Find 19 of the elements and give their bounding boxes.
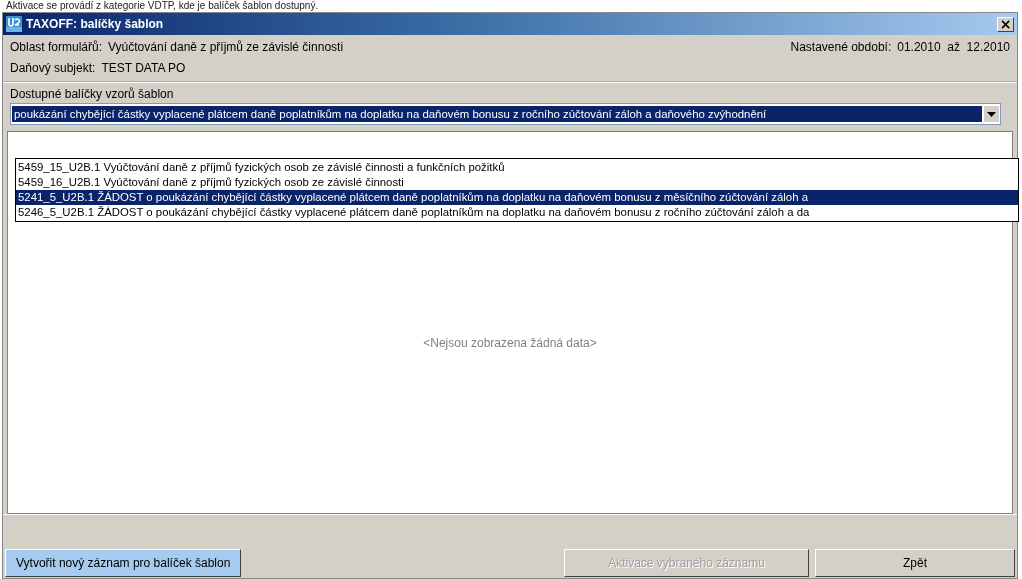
close-button[interactable]: × (997, 16, 1014, 32)
action-button[interactable]: Vytvořit nový záznam pro balíček šablon (5, 549, 242, 577)
empty-grid-message: <Nejsou zobrazena žádná data> (423, 335, 597, 350)
form-area-label: Oblast formulářů: (10, 40, 103, 54)
dropdown-option[interactable]: 5459_16_U2B.1 Vyúčtování daně z příjmů fyzických osob ze závislé činnosti (16, 175, 1018, 190)
dropdown-option[interactable]: 5241_5_U2B.1 ŽÁDOST o poukázání chybějící částky vyplacené plátcem daně poplatníkům na doplatku na daňovém bonusu z měsíčního zúčtování záloh a (16, 190, 1018, 205)
packages-label: Dostupné balíčky vzorů šablon (10, 87, 175, 101)
window-title: TAXOFF: balíčky šablon (26, 17, 164, 31)
package-dropdown[interactable]: poukázání chybějící částky vyplacené plátcem daně poplatníkům na doplatku na daňovém bonusu z ročního zúčtování záloh a daňového zvýhodnění (10, 103, 1001, 125)
caption-text: Aktivace se provádí z kategorie VDTP, kde je balíček šablon dostupný. (5, 0, 319, 12)
dropdown-option[interactable]: 5246_5_U2B.1 ŽÁDOST o poukázání chybějící částky vyplacené plátcem daně poplatníkům na doplatku na daňovém bonusu z ročního zúčtování záloh a da (16, 205, 1018, 220)
period-label: Nastavené období: (790, 40, 892, 54)
form-area-value: Vyúčtování daně z příjmů ze závislé činnosti (108, 40, 344, 54)
action-button[interactable]: Zpět (815, 549, 1015, 577)
period-value: 01.2010 až 12.2010 (897, 40, 1010, 54)
subject-label: Daňový subjekt: (10, 61, 96, 75)
subject-value: TEST DATA PO (101, 61, 186, 75)
app-logo-icon (6, 16, 22, 32)
dropdown-option[interactable]: 5459_15_U2B.1 Vyúčtování daně z příjmů fyzických osob ze závislé činnosti a funkčních požitků (16, 160, 1018, 175)
